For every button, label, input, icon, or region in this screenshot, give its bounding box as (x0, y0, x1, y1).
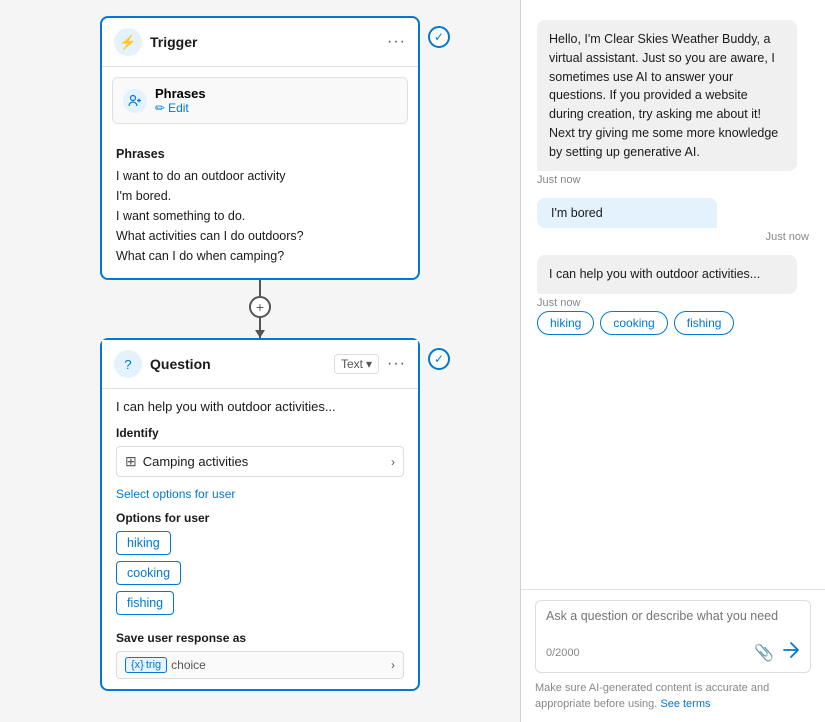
bot-message-2: I can help you with outdoor activities..… (537, 255, 797, 294)
save-var-value: choice (171, 658, 387, 672)
options-label: Options for user (116, 511, 404, 525)
msg-time-1: Just now (537, 174, 809, 186)
question-card-header: ? Question Text ▾ ··· (102, 340, 418, 389)
see-terms-link[interactable]: See terms (660, 698, 710, 710)
question-body: I can help you with outdoor activities..… (102, 389, 418, 689)
option-chip-cooking[interactable]: cooking (116, 561, 181, 585)
connector-line-top (259, 280, 261, 296)
question-menu-button[interactable]: ··· (387, 355, 406, 373)
pill-hiking[interactable]: hiking (537, 311, 594, 335)
identify-value: Camping activities (143, 454, 385, 469)
var-name: trig (146, 659, 161, 671)
save-box[interactable]: {x} trig choice › (116, 651, 404, 679)
pill-fishing[interactable]: fishing (674, 311, 735, 335)
question-card: ? Question Text ▾ ··· ✓ I can help you w… (100, 338, 420, 691)
save-response-label: Save user response as (116, 631, 404, 645)
type-badge[interactable]: Text ▾ (334, 354, 379, 374)
phrases-content: Phrases I want to do an outdoor activity… (102, 134, 418, 278)
bot-message-1: Hello, I'm Clear Skies Weather Buddy, a … (537, 20, 797, 171)
question-message: I can help you with outdoor activities..… (116, 399, 404, 414)
trigger-check-badge: ✓ (428, 26, 450, 48)
question-check-badge: ✓ (428, 348, 450, 370)
char-count: 0/2000 (546, 647, 580, 659)
flow-panel: ⚡ Trigger ··· ✓ Phrases ✏ Edit (0, 0, 520, 722)
trigger-card: ⚡ Trigger ··· ✓ Phrases ✏ Edit (100, 16, 420, 280)
phrases-inner-box: Phrases ✏ Edit (112, 77, 408, 124)
save-var-badge: {x} trig (125, 657, 167, 673)
chat-messages: Hello, I'm Clear Skies Weather Buddy, a … (521, 0, 825, 589)
phrase-4: What activities can I do outdoors? (116, 226, 404, 246)
connector-arrow (259, 318, 261, 338)
msg-time-3: Just now (537, 297, 809, 309)
chat-footer: 0/2000 📎 Make sure AI-generated content … (521, 589, 825, 722)
identify-box[interactable]: ⊞ Camping activities › (116, 446, 404, 477)
question-icon: ? (114, 350, 142, 378)
phrases-inner-label: Phrases (155, 86, 397, 101)
chevron-down-icon: ▾ (366, 357, 372, 371)
var-prefix: {x} (131, 659, 144, 671)
send-button[interactable] (782, 641, 800, 664)
select-options-link[interactable]: Select options for user (116, 487, 404, 501)
trigger-title: Trigger (150, 34, 379, 50)
pencil-icon: ✏ (155, 101, 165, 115)
trigger-menu-button[interactable]: ··· (387, 33, 406, 51)
phrase-1: I want to do an outdoor activity (116, 166, 404, 186)
pill-cooking[interactable]: cooking (600, 311, 667, 335)
chat-panel: Hello, I'm Clear Skies Weather Buddy, a … (521, 0, 825, 722)
add-node-button[interactable]: + (249, 296, 271, 318)
phrases-heading: Phrases (116, 144, 404, 164)
chat-input[interactable] (546, 609, 800, 637)
chat-disclaimer: Make sure AI-generated content is accura… (535, 681, 811, 712)
phrase-5: What can I do when camping? (116, 246, 404, 266)
option-pills-row: hiking cooking fishing (537, 311, 809, 335)
trigger-icon: ⚡ (114, 28, 142, 56)
trigger-card-header: ⚡ Trigger ··· (102, 18, 418, 67)
type-label: Text (341, 357, 363, 371)
identify-chevron-icon: › (391, 455, 395, 469)
chat-message-1: Hello, I'm Clear Skies Weather Buddy, a … (537, 20, 809, 186)
msg-time-2: Just now (537, 231, 809, 243)
table-icon: ⊞ (125, 453, 137, 470)
chat-input-controls: 0/2000 📎 (546, 641, 800, 664)
chat-message-3: I can help you with outdoor activities..… (537, 255, 809, 335)
chat-message-2: I'm bored Just now (537, 198, 809, 243)
identify-label: Identify (116, 426, 404, 440)
option-chip-fishing[interactable]: fishing (116, 591, 174, 615)
phrase-3: I want something to do. (116, 206, 404, 226)
question-title: Question (150, 356, 326, 372)
save-chevron-icon: › (391, 658, 395, 672)
chat-icon-group: 📎 (754, 641, 800, 664)
chat-input-box: 0/2000 📎 (535, 600, 811, 673)
connector-1: + (249, 280, 271, 338)
phrases-icon (123, 89, 147, 113)
option-chip-hiking[interactable]: hiking (116, 531, 171, 555)
attachment-button[interactable]: 📎 (754, 643, 774, 663)
edit-link[interactable]: ✏ Edit (155, 101, 397, 115)
user-message-1: I'm bored (537, 198, 717, 228)
phrase-2: I'm bored. (116, 186, 404, 206)
